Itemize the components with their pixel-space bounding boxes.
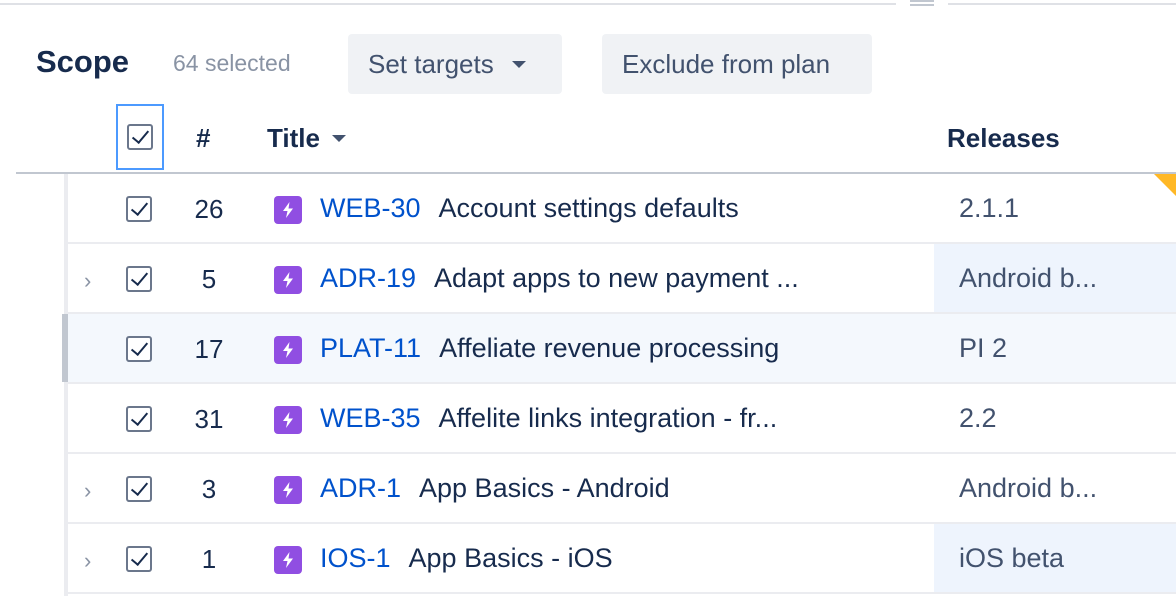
row-title: WEB-35 Affelite links integration - fr...: [320, 403, 920, 434]
release-value: Android b...: [959, 473, 1098, 503]
row-checkbox-cell[interactable]: [126, 546, 152, 572]
row-checkbox[interactable]: [126, 266, 152, 292]
release-cell[interactable]: Android b...: [934, 454, 1176, 522]
issue-key-link[interactable]: PLAT-11: [320, 333, 421, 363]
plan-scope-view: Scope 64 selected Set targets Exclude fr…: [0, 0, 1176, 596]
row-checkbox[interactable]: [126, 336, 152, 362]
caret-down-icon: [511, 60, 526, 68]
release-value: iOS beta: [959, 543, 1065, 573]
row-number: 5: [201, 264, 217, 294]
column-header-title[interactable]: Title: [267, 123, 346, 154]
select-all-checkbox-cell[interactable]: [116, 104, 164, 170]
row-checkbox-cell[interactable]: [126, 336, 152, 362]
release-value: 2.2: [959, 403, 997, 433]
selected-count: 64 selected: [173, 50, 291, 76]
row-checkbox[interactable]: [126, 546, 152, 572]
sort-caret-down-icon: [331, 135, 346, 142]
exclude-from-plan-button[interactable]: Exclude from plan: [602, 34, 872, 94]
epic-lightning-icon: [274, 406, 302, 434]
row-checkbox[interactable]: [126, 476, 152, 502]
row-number: 26: [194, 194, 224, 224]
row-title: WEB-30 Account settings defaults: [320, 193, 920, 224]
epic-lightning-icon: [274, 476, 302, 504]
release-cell[interactable]: iOS beta: [934, 524, 1176, 592]
release-cell[interactable]: PI 2: [934, 314, 1176, 382]
epic-lightning-icon: [274, 196, 302, 224]
row-checkbox[interactable]: [126, 406, 152, 432]
select-all-checkbox[interactable]: [127, 124, 153, 150]
exclude-from-plan-label: Exclude from plan: [622, 48, 831, 79]
row-checkbox-cell[interactable]: [126, 476, 152, 502]
table-row[interactable]: 31 WEB-35 Affelite links integration - fr.…: [68, 384, 1176, 454]
row-title: IOS-1 App Basics - iOS: [320, 543, 920, 574]
issue-key-link[interactable]: IOS-1: [320, 543, 391, 573]
row-number: 1: [201, 544, 217, 574]
set-targets-button[interactable]: Set targets: [348, 34, 562, 94]
row-number: 17: [194, 334, 224, 364]
set-targets-label: Set targets: [368, 48, 494, 79]
issue-summary: App Basics - Android: [419, 473, 670, 503]
column-header-number[interactable]: #: [196, 123, 210, 154]
issue-summary: Affelite links integration - fr...: [438, 403, 778, 433]
row-number: 3: [201, 474, 217, 504]
chevron-right-icon[interactable]: ›: [84, 478, 91, 504]
row-checkbox-cell[interactable]: [126, 406, 152, 432]
row-number: 31: [194, 404, 224, 434]
row-checkbox-cell[interactable]: [126, 196, 152, 222]
issue-summary: Affeliate revenue processing: [439, 333, 780, 363]
resize-handle[interactable]: [910, 0, 934, 8]
table-row[interactable]: › 5 ADR-19 Adapt apps to new payment ... And…: [68, 244, 1176, 314]
issue-summary: App Basics - iOS: [408, 543, 613, 573]
column-header-title-label: Title: [267, 123, 320, 153]
table-row[interactable]: 17 PLAT-11 Affeliate revenue processing PI …: [68, 314, 1176, 384]
release-cell[interactable]: 2.1.1: [934, 174, 1176, 242]
release-value: Android b...: [959, 263, 1098, 293]
epic-lightning-icon: [274, 266, 302, 294]
issue-summary: Adapt apps to new payment ...: [434, 263, 799, 293]
column-header-releases[interactable]: Releases: [947, 123, 1060, 154]
chevron-right-icon[interactable]: ›: [84, 548, 91, 574]
issue-key-link[interactable]: ADR-1: [320, 473, 401, 503]
release-value: PI 2: [959, 333, 1008, 363]
table-row[interactable]: › 3 ADR-1 App Basics - Android Android b...: [68, 454, 1176, 524]
row-title: PLAT-11 Affeliate revenue processing: [320, 333, 920, 364]
epic-lightning-icon: [274, 336, 302, 364]
chevron-right-icon[interactable]: ›: [84, 268, 91, 294]
table-row[interactable]: › 1 IOS-1 App Basics - iOS iOS beta: [68, 524, 1176, 594]
row-title: ADR-1 App Basics - Android: [320, 473, 920, 504]
epic-lightning-icon: [274, 546, 302, 574]
row-title: ADR-19 Adapt apps to new payment ...: [320, 263, 920, 294]
issue-key-link[interactable]: WEB-30: [320, 193, 421, 223]
scope-title: Scope: [36, 44, 130, 79]
table-row[interactable]: 26 WEB-30 Account settings defaults 2.1.1: [68, 174, 1176, 244]
warning-flag-icon: [1154, 174, 1176, 196]
row-checkbox-cell[interactable]: [126, 266, 152, 292]
release-cell[interactable]: Android b...: [934, 244, 1176, 312]
top-divider-right: [948, 3, 1176, 5]
release-cell[interactable]: 2.2: [934, 384, 1176, 452]
issue-key-link[interactable]: WEB-35: [320, 403, 421, 433]
row-checkbox[interactable]: [126, 196, 152, 222]
release-value: 2.1.1: [959, 193, 1020, 223]
issue-key-link[interactable]: ADR-19: [320, 263, 416, 293]
top-divider-left: [0, 3, 896, 5]
issue-summary: Account settings defaults: [438, 193, 739, 223]
